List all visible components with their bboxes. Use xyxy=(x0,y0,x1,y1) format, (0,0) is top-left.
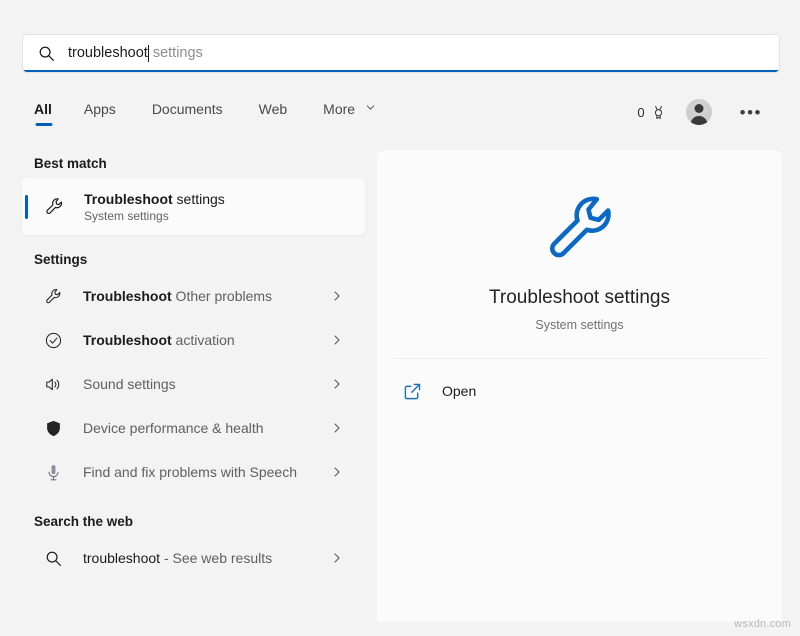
preview-panel: Troubleshoot settings System settings Op… xyxy=(377,150,782,622)
tab-more-label: More xyxy=(323,101,355,117)
result-row-sound-settings[interactable]: Sound settings xyxy=(22,362,365,406)
best-match-title: Troubleshoot settings xyxy=(84,191,225,207)
chevron-right-icon[interactable] xyxy=(331,290,343,302)
tab-all[interactable]: All xyxy=(22,98,66,127)
chevron-right-icon[interactable] xyxy=(331,552,343,564)
tab-web-label: Web xyxy=(259,101,288,117)
watermark: wsxdn.com xyxy=(734,618,791,630)
tabs-right-actions: 0 ••• xyxy=(629,99,780,126)
best-match-result[interactable]: Troubleshoot settings System settings xyxy=(22,178,365,235)
tab-documents-label: Documents xyxy=(152,101,223,117)
result-row-device-performance-health[interactable]: Device performance & health xyxy=(22,406,365,450)
search-results-content: Best match Troubleshoot settings System … xyxy=(0,140,800,636)
search-typed-text: troubleshoot xyxy=(68,46,148,61)
preview-divider xyxy=(393,358,766,359)
wrench-icon-large xyxy=(542,190,618,266)
avatar-body xyxy=(690,116,707,125)
open-action-label: Open xyxy=(442,383,476,399)
speaker-icon xyxy=(43,374,63,394)
result-row-label: Sound settings xyxy=(83,376,331,392)
open-external-icon xyxy=(403,382,422,401)
microphone-icon xyxy=(43,462,63,482)
result-row-label-bold: troubleshoot xyxy=(83,550,160,566)
result-row-label-rest: - See web results xyxy=(160,550,272,566)
chevron-right-icon[interactable] xyxy=(331,378,343,390)
avatar[interactable] xyxy=(686,99,712,125)
result-row-label-bold: Troubleshoot xyxy=(83,288,172,304)
tab-all-label: All xyxy=(34,101,52,117)
result-row-troubleshoot-other-problems[interactable]: Troubleshoot Other problems xyxy=(22,274,365,318)
search-autocomplete-suffix: settings xyxy=(149,46,203,61)
chevron-right-icon[interactable] xyxy=(331,334,343,346)
tab-more[interactable]: More xyxy=(305,98,394,127)
result-row-troubleshoot-activation[interactable]: Troubleshoot activation xyxy=(22,318,365,362)
avatar-head xyxy=(694,104,703,113)
rewards-medal-icon xyxy=(651,105,666,120)
tab-documents[interactable]: Documents xyxy=(134,98,241,127)
section-header-settings: Settings xyxy=(0,252,377,267)
check-circle-icon xyxy=(43,330,63,350)
result-row-label-bold: Troubleshoot xyxy=(83,332,172,348)
result-row-label: Find and fix problems with Speech xyxy=(83,464,331,480)
search-icon xyxy=(43,548,63,568)
result-row-web-search[interactable]: troubleshoot - See web results xyxy=(22,536,365,580)
filter-tabs: All Apps Documents Web More xyxy=(22,98,394,127)
wrench-icon xyxy=(43,286,63,306)
shield-icon xyxy=(43,418,63,438)
chevron-right-icon[interactable] xyxy=(331,466,343,478)
result-row-label: Device performance & health xyxy=(83,420,331,436)
chevron-right-icon[interactable] xyxy=(331,422,343,434)
search-input[interactable]: troubleshoot settings xyxy=(22,34,780,73)
filter-tabs-row: All Apps Documents Web More 0 xyxy=(22,92,780,132)
best-match-title-bold: Troubleshoot xyxy=(84,191,173,207)
selection-accent-bar xyxy=(25,195,28,219)
result-row-label: Troubleshoot Other problems xyxy=(83,288,331,304)
section-header-search-the-web: Search the web xyxy=(0,514,377,529)
section-header-best-match: Best match xyxy=(0,156,377,171)
result-row-find-fix-speech[interactable]: Find and fix problems with Speech xyxy=(22,450,365,494)
best-match-subtitle: System settings xyxy=(84,209,225,223)
result-row-label-rest: Device performance & health xyxy=(83,420,264,436)
result-row-label: troubleshoot - See web results xyxy=(83,550,331,566)
search-bar-container: troubleshoot settings xyxy=(22,34,780,73)
preview-title: Troubleshoot settings xyxy=(489,287,670,309)
tab-apps-label: Apps xyxy=(84,101,116,117)
best-match-title-rest: settings xyxy=(173,191,225,207)
best-match-texts: Troubleshoot settings System settings xyxy=(84,191,225,223)
search-text-wrap: troubleshoot settings xyxy=(68,45,203,62)
result-row-label-rest: activation xyxy=(172,332,235,348)
ellipsis-icon[interactable]: ••• xyxy=(734,100,768,125)
chevron-down-icon xyxy=(365,102,376,113)
preview-hero: Troubleshoot settings System settings xyxy=(377,150,782,332)
tab-apps[interactable]: Apps xyxy=(66,98,134,127)
tab-web[interactable]: Web xyxy=(241,98,306,127)
rewards-button[interactable]: 0 xyxy=(629,99,673,126)
rewards-count: 0 xyxy=(637,105,644,120)
result-row-label-rest: Other problems xyxy=(172,288,272,304)
open-action-button[interactable]: Open xyxy=(377,371,782,411)
result-row-label-rest: Sound settings xyxy=(83,376,176,392)
preview-subtitle: System settings xyxy=(535,318,623,332)
wrench-icon xyxy=(43,196,65,218)
result-row-label: Troubleshoot activation xyxy=(83,332,331,348)
result-row-label-rest: Find and fix problems with Speech xyxy=(83,464,297,480)
results-list-column: Best match Troubleshoot settings System … xyxy=(0,140,377,636)
search-icon xyxy=(38,45,55,62)
